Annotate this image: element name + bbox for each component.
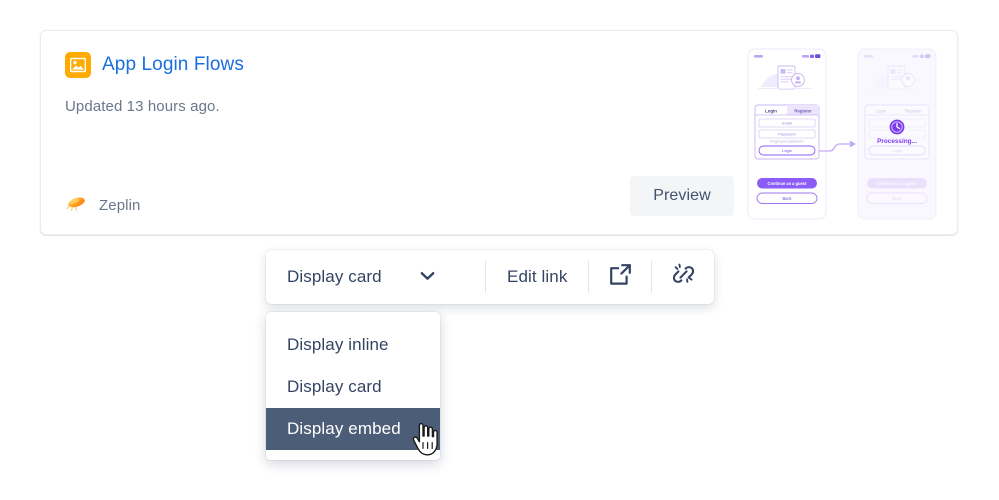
display-mode-select[interactable]: Display card (266, 250, 485, 304)
svg-text:Password: Password (778, 132, 796, 137)
svg-text:Email: Email (782, 121, 792, 126)
open-in-new-button[interactable] (589, 250, 651, 304)
menu-item-display-inline[interactable]: Display inline (266, 324, 440, 366)
svg-text:Login: Login (765, 108, 777, 113)
chevron-down-icon (420, 268, 435, 286)
preview-button[interactable]: Preview (630, 176, 734, 216)
open-in-new-icon (608, 262, 633, 292)
edit-link-button[interactable]: Edit link (486, 250, 588, 304)
svg-text:Login: Login (876, 108, 887, 113)
svg-text:Continue as a guest: Continue as a guest (878, 181, 918, 186)
svg-text:Continue as a guest: Continue as a guest (768, 181, 808, 186)
unlink-icon (671, 262, 696, 292)
svg-text:Login: Login (892, 148, 902, 153)
mockup-screen-processing: Login Register Login Processing... Conti… (857, 48, 937, 220)
zeplin-logo-icon (65, 193, 89, 218)
display-mode-value: Display card (287, 267, 382, 286)
svg-text:Login: Login (782, 148, 792, 153)
smart-link-toolbar: Display card Edit link (266, 250, 715, 304)
image-icon (65, 52, 91, 78)
unlink-button[interactable] (652, 250, 714, 304)
menu-item-display-embed[interactable]: Display embed (266, 408, 440, 450)
svg-text:Register: Register (794, 108, 812, 113)
card-thumbnail-preview: Login Register Email Password Forgot you… (744, 47, 944, 222)
card-footer: Zeplin (65, 193, 140, 218)
card-title-link[interactable]: App Login Flows (102, 54, 244, 76)
card-title-row: App Login Flows (65, 51, 705, 79)
card-content: App Login Flows Updated 13 hours ago. Ze… (65, 51, 705, 216)
svg-text:Forgot your password?: Forgot your password? (770, 140, 804, 144)
svg-text:Back: Back (892, 196, 902, 201)
provider-name: Zeplin (99, 197, 141, 214)
card-subtitle: Updated 13 hours ago. (65, 98, 220, 115)
display-mode-dropdown-menu: Display inline Display card Display embe… (266, 312, 440, 460)
mockup-screen-login: Login Register Email Password Forgot you… (747, 48, 827, 220)
svg-text:Back: Back (782, 196, 792, 201)
svg-text:Processing...: Processing... (877, 138, 917, 145)
menu-item-display-card[interactable]: Display card (266, 366, 440, 408)
svg-text:Register: Register (905, 108, 922, 113)
smart-link-card: App Login Flows Updated 13 hours ago. Ze… (40, 30, 958, 235)
